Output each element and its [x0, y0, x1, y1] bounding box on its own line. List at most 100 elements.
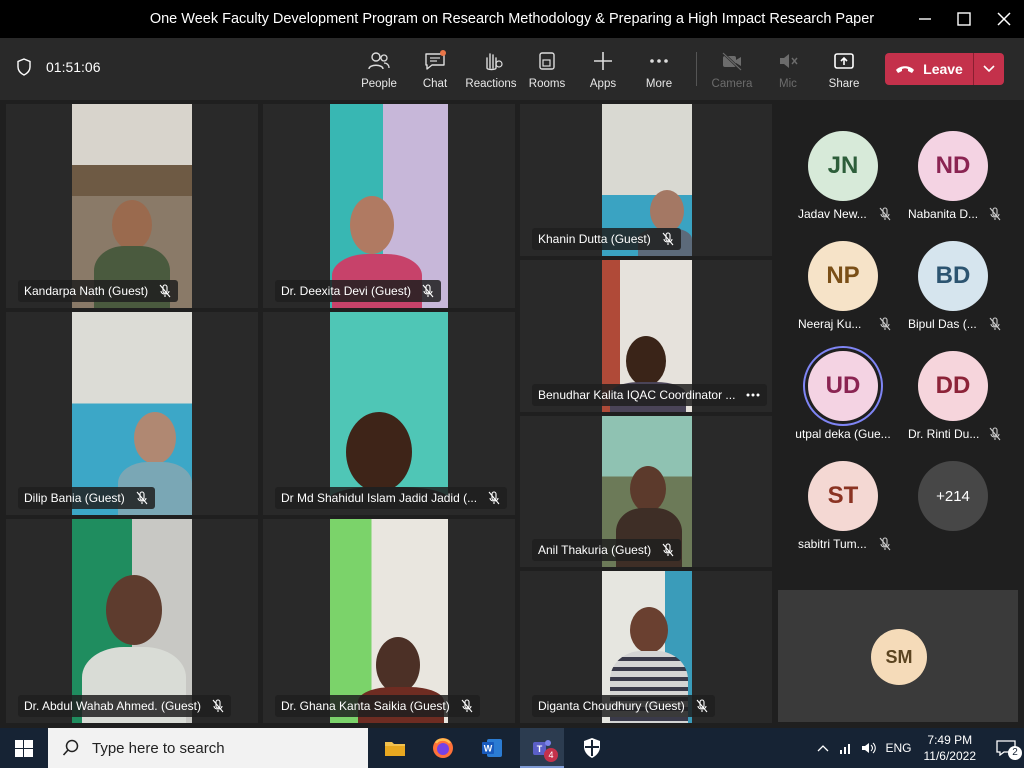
- chevron-up-icon[interactable]: [817, 744, 829, 752]
- search-placeholder: Type here to search: [92, 739, 225, 757]
- more-button[interactable]: More: [629, 46, 689, 96]
- avatar-speaking: UD: [808, 351, 878, 421]
- word-icon[interactable]: W: [481, 737, 503, 759]
- more-options-icon[interactable]: [745, 392, 761, 398]
- clock[interactable]: 7:49 PM 11/6/2022: [924, 732, 977, 764]
- windows-start-icon[interactable]: [15, 740, 33, 757]
- share-button[interactable]: Share: [814, 46, 874, 96]
- camera-off-icon: [722, 52, 742, 71]
- avatar: NP: [808, 241, 878, 311]
- window-titlebar: One Week Faculty Development Program on …: [0, 0, 1024, 38]
- avatar-item[interactable]: ND Nabanita D...: [898, 131, 1008, 221]
- participant-nametag: Khanin Dutta (Guest): [532, 228, 681, 250]
- video-tile[interactable]: Dr. Ghana Kanta Saikia (Guest): [263, 519, 515, 723]
- avatar-item[interactable]: ST sabitri Tum...: [788, 461, 898, 551]
- chat-button[interactable]: Chat: [405, 46, 465, 96]
- participant-video: [72, 312, 192, 515]
- participant-nametag: Diganta Choudhury (Guest): [532, 695, 715, 717]
- rooms-label: Rooms: [528, 78, 566, 90]
- svg-text:T: T: [537, 744, 543, 754]
- timer-value: 01:51:06: [46, 59, 101, 75]
- window-title: One Week Faculty Development Program on …: [149, 11, 875, 27]
- avatar-item[interactable]: UD utpal deka (Gue...: [788, 351, 898, 441]
- svg-text:W: W: [484, 744, 493, 754]
- more-icon: [650, 59, 668, 63]
- volume-icon[interactable]: [861, 741, 877, 755]
- avatar-name: utpal deka (Gue...: [795, 427, 891, 441]
- mic-off-icon: [989, 427, 1001, 441]
- mic-label: Mic: [779, 78, 797, 90]
- video-tile[interactable]: Anil Thakuria (Guest): [520, 416, 772, 567]
- speaker-off-icon: [780, 54, 798, 68]
- leave-button[interactable]: Leave: [885, 53, 1004, 85]
- system-tray: ENG 7:49 PM 11/6/2022 2: [817, 728, 1024, 768]
- shield-icon[interactable]: [16, 58, 32, 76]
- video-tile[interactable]: Dr Md Shahidul Islam Jadid Jadid (...: [263, 312, 515, 515]
- overflow-count: +214: [918, 461, 988, 531]
- mic-off-icon: [989, 207, 1001, 221]
- avatar-item[interactable]: JN Jadav New...: [788, 131, 898, 221]
- mic-off-icon: [159, 284, 171, 298]
- leave-label: Leave: [923, 61, 963, 77]
- camera-label: Camera: [711, 78, 753, 90]
- avatar-item[interactable]: DD Dr. Rinti Du...: [898, 351, 1008, 441]
- close-icon[interactable]: [993, 8, 1015, 30]
- video-tile[interactable]: Diganta Choudhury (Guest): [520, 571, 772, 723]
- minimize-icon[interactable]: [914, 8, 936, 30]
- participant-nametag: Dilip Bania (Guest): [18, 487, 155, 509]
- apps-button[interactable]: Apps: [573, 46, 633, 96]
- participant-name: Anil Thakuria (Guest): [538, 543, 652, 557]
- camera-button[interactable]: Camera: [702, 46, 762, 96]
- toolbar-divider: [696, 52, 697, 86]
- raise-hand-icon: [486, 53, 503, 71]
- share-label: Share: [828, 78, 860, 90]
- chat-icon: [425, 50, 446, 70]
- participant-video: [72, 104, 192, 308]
- mic-off-icon: [136, 491, 148, 505]
- participant-video: [330, 312, 448, 515]
- leave-options[interactable]: [974, 53, 1004, 85]
- people-label: People: [361, 78, 397, 90]
- maximize-icon[interactable]: [953, 8, 975, 30]
- video-tile[interactable]: Kandarpa Nath (Guest): [6, 104, 258, 308]
- file-explorer-icon[interactable]: [384, 738, 406, 758]
- video-tile[interactable]: Dilip Bania (Guest): [6, 312, 258, 515]
- share-icon: [834, 53, 854, 69]
- mic-off-icon: [879, 317, 891, 331]
- chat-label: Chat: [422, 78, 448, 90]
- rooms-button[interactable]: Rooms: [517, 46, 577, 96]
- participant-video: [330, 519, 448, 723]
- language-indicator[interactable]: ENG: [885, 741, 911, 755]
- video-tile[interactable]: Dr. Deexita Devi (Guest): [263, 104, 515, 308]
- avatar: DD: [918, 351, 988, 421]
- video-tile[interactable]: Dr. Abdul Wahab Ahmed. (Guest): [6, 519, 258, 723]
- people-button[interactable]: People: [349, 46, 409, 96]
- more-participants-button[interactable]: +214: [898, 461, 1008, 531]
- participant-name: Dilip Bania (Guest): [24, 491, 125, 505]
- mic-off-icon: [879, 207, 891, 221]
- video-tile[interactable]: Khanin Dutta (Guest): [520, 104, 772, 256]
- plus-icon: [594, 52, 612, 70]
- mic-off-icon: [212, 699, 224, 713]
- reactions-button[interactable]: Reactions: [461, 46, 521, 96]
- security-shield-icon[interactable]: [582, 737, 602, 759]
- participant-name: Benudhar Kalita IQAC Coordinator ...: [538, 388, 736, 402]
- mic-off-icon: [662, 543, 674, 557]
- participant-nametag: Dr. Deexita Devi (Guest): [275, 280, 442, 302]
- avatar-item[interactable]: BD Bipul Das (...: [898, 241, 1008, 331]
- mic-off-icon: [879, 537, 891, 551]
- notifications-button[interactable]: 2: [990, 728, 1024, 768]
- network-icon[interactable]: [839, 741, 853, 755]
- participant-nametag: Kandarpa Nath (Guest): [18, 280, 179, 302]
- mic-button[interactable]: Mic: [758, 46, 818, 96]
- reactions-label: Reactions: [465, 78, 517, 90]
- avatar-item[interactable]: NP Neeraj Ku...: [788, 241, 898, 331]
- firefox-icon[interactable]: [432, 737, 454, 759]
- avatar: JN: [808, 131, 878, 201]
- teams-taskbar-button[interactable]: T 4: [520, 728, 564, 768]
- leave-main[interactable]: Leave: [885, 53, 973, 85]
- video-tile[interactable]: Benudhar Kalita IQAC Coordinator ...: [520, 260, 772, 412]
- mic-off-icon: [696, 699, 708, 713]
- taskbar-search[interactable]: Type here to search: [48, 728, 368, 768]
- hang-up-icon: [896, 66, 915, 73]
